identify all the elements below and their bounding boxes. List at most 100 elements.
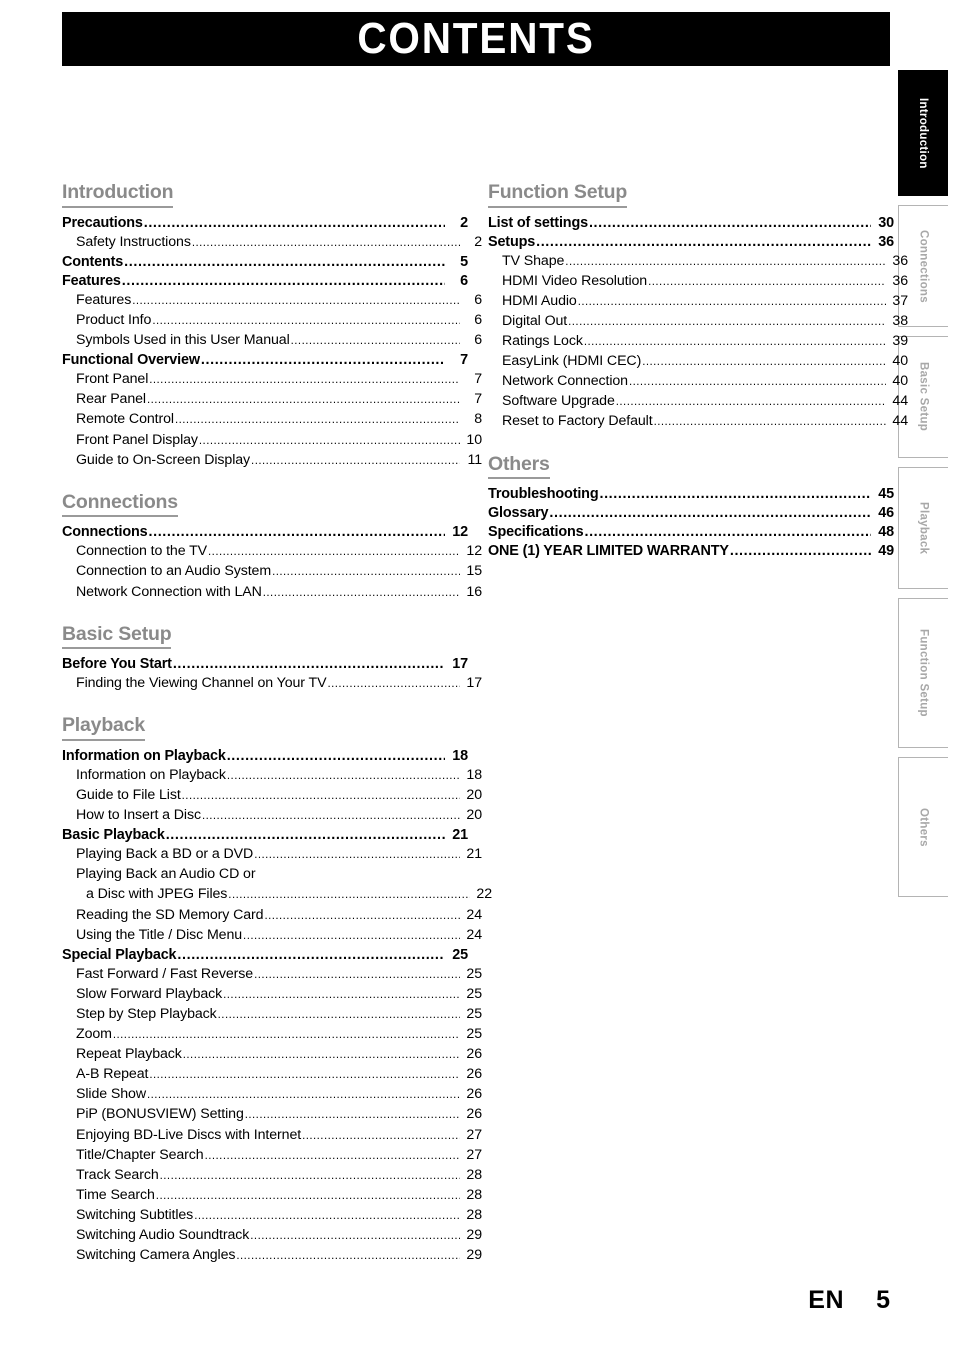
toc-section: Basic Setup Before You Start.............… (62, 624, 482, 695)
toc-entry[interactable]: Playing Back an Audio CD or.............… (62, 865, 482, 885)
toc-entry-page: 24 (466, 926, 482, 943)
toc-entry-label: a Disc with JPEG Files (86, 886, 228, 903)
toc-dot-leader: ........................................… (226, 769, 460, 782)
toc-entry[interactable]: Basic Playback..........................… (62, 826, 468, 845)
toc-entry-label: Digital Out (502, 312, 568, 329)
toc-entry[interactable]: Zoom....................................… (62, 1025, 482, 1045)
toc-entry[interactable]: Switching Subtitles.....................… (62, 1206, 482, 1226)
toc-entry[interactable]: Digital Out.............................… (488, 312, 908, 332)
toc-entry[interactable]: Front Panel Display.....................… (62, 431, 482, 451)
toc-entry[interactable]: Guide to On-Screen Display..............… (62, 451, 482, 471)
toc-dot-leader: ........................................… (302, 1129, 460, 1142)
toc-entry[interactable]: Using the Title / Disc Menu.............… (62, 926, 482, 946)
toc-entry[interactable]: Fast Forward / Fast Reverse.............… (62, 965, 482, 985)
toc-column-right: Function Setup List of settings..........… (488, 182, 908, 561)
toc-dot-leader: ........................................… (327, 678, 460, 691)
toc-entry[interactable]: Connections.............................… (62, 523, 468, 542)
toc-dot-leader: ........................................… (729, 543, 871, 560)
toc-entry[interactable]: Remote Control..........................… (62, 410, 482, 430)
toc-entry-label: Reset to Factory Default (502, 413, 653, 430)
toc-entry[interactable]: Symbols Used in this User Manual........… (62, 331, 482, 351)
toc-dot-leader: ........................................… (204, 1149, 460, 1162)
toc-section-heading-wrap: Basic Setup (62, 624, 468, 654)
toc-entry[interactable]: Network Connection......................… (488, 372, 908, 392)
toc-entry-label: Network Connection (502, 373, 628, 390)
toc-entry[interactable]: Before You Start........................… (62, 655, 468, 674)
toc-entry[interactable]: Specifications..........................… (488, 523, 894, 542)
toc-entry[interactable]: Precautions.............................… (62, 214, 468, 233)
toc-entry[interactable]: Information on Playback.................… (62, 766, 482, 786)
toc-entry-page: 26 (466, 1046, 482, 1063)
toc-entry-page: 26 (466, 1066, 482, 1083)
toc-entry[interactable]: Features................................… (62, 272, 468, 291)
toc-entry[interactable]: Time Search.............................… (62, 1186, 482, 1206)
toc-entry[interactable]: Connection to an Audio System...........… (62, 562, 482, 582)
toc-entry[interactable]: Contents................................… (62, 253, 468, 272)
toc-entry[interactable]: Playing Back a BD or a DVD..............… (62, 845, 482, 865)
toc-entry[interactable]: Step by Step Playback...................… (62, 1005, 482, 1025)
toc-entry-page: 18 (452, 747, 468, 764)
toc-entry[interactable]: Information on Playback.................… (62, 747, 468, 766)
toc-entry[interactable]: Ratings Lock............................… (488, 332, 908, 352)
toc-dot-leader: ........................................… (588, 214, 871, 231)
toc-entry-label: Front Panel (76, 371, 149, 388)
toc-entry[interactable]: Finding the Viewing Channel on Your TV..… (62, 674, 482, 694)
toc-entry[interactable]: Special Playback........................… (62, 946, 468, 965)
toc-entry-page: 11 (467, 451, 482, 468)
toc-entry[interactable]: Connection to the TV....................… (62, 542, 482, 562)
toc-entry-label: Product Info (76, 311, 152, 328)
toc-dot-leader: ........................................… (615, 396, 886, 409)
toc-entry[interactable]: Software Upgrade........................… (488, 392, 908, 412)
side-tab-others[interactable]: Others (898, 757, 948, 897)
toc-entry[interactable]: Troubleshooting.........................… (488, 485, 894, 504)
toc-entry[interactable]: HDMI Video Resolution...................… (488, 272, 908, 292)
toc-entry[interactable]: HDMI Audio..............................… (488, 292, 908, 312)
toc-entry[interactable]: Features................................… (62, 291, 482, 311)
toc-section: Connections Connections..................… (62, 492, 482, 603)
toc-entry-page: 6 (474, 311, 482, 328)
side-tab-functionsetup[interactable]: Function Setup (898, 598, 948, 748)
toc-entry[interactable]: Front Panel.............................… (62, 370, 482, 390)
toc-entry[interactable]: Title/Chapter Search....................… (62, 1146, 482, 1166)
toc-entry[interactable]: How to Insert a Disc....................… (62, 806, 482, 826)
toc-entry[interactable]: PiP (BONUSVIEW) Setting.................… (62, 1105, 482, 1125)
toc-entry[interactable]: Rear Panel..............................… (62, 390, 482, 410)
toc-entry[interactable]: Glossary................................… (488, 504, 894, 523)
toc-entry[interactable]: a Disc with JPEG Files..................… (62, 885, 492, 905)
toc-dot-leader: ........................................… (165, 827, 445, 844)
toc-entry[interactable]: Setups..................................… (488, 233, 894, 252)
toc-entry[interactable]: Reading the SD Memory Card..............… (62, 906, 482, 926)
toc-entry[interactable]: Track Search............................… (62, 1166, 482, 1186)
toc-entry[interactable]: Guide to File List......................… (62, 786, 482, 806)
toc-dot-leader: ........................................… (583, 336, 886, 349)
toc-entry[interactable]: Switching Camera Angles.................… (62, 1246, 482, 1266)
toc-entry[interactable]: Reset to Factory Default................… (488, 412, 908, 432)
toc-entry-page: 2 (474, 233, 482, 250)
side-tab-introduction[interactable]: Introduction (898, 70, 948, 196)
toc-entry[interactable]: List of settings........................… (488, 214, 894, 233)
toc-section-heading: Basic Setup (62, 624, 172, 650)
toc-column-left: Introduction Precautions.................… (62, 182, 492, 1266)
toc-entry-page: 36 (878, 233, 894, 250)
toc-entry-page: 26 (466, 1106, 482, 1123)
toc-entry-label: Connection to an Audio System (76, 563, 272, 580)
toc-entry[interactable]: ONE (1) YEAR LIMITED WARRANTY...........… (488, 542, 894, 561)
toc-entry[interactable]: Enjoying BD-Live Discs with Internet....… (62, 1126, 482, 1146)
toc-entry[interactable]: Slide Show..............................… (62, 1085, 482, 1105)
toc-entry[interactable]: Slow Forward Playback...................… (62, 985, 482, 1005)
side-tab-playback[interactable]: Playback (898, 467, 948, 589)
toc-entry-label: Switching Camera Angles (76, 1247, 236, 1264)
toc-entry[interactable]: Functional Overview.....................… (62, 351, 468, 370)
toc-entry[interactable]: Repeat Playback.........................… (62, 1045, 482, 1065)
toc-entry[interactable]: Switching Audio Soundtrack..............… (62, 1226, 482, 1246)
toc-entry[interactable]: A-B Repeat..............................… (62, 1065, 482, 1085)
toc-entry[interactable]: TV Shape................................… (488, 252, 908, 272)
toc-entry-label: Troubleshooting (488, 486, 599, 503)
toc-section-heading: Introduction (62, 182, 174, 208)
toc-entry[interactable]: Network Connection with LAN.............… (62, 583, 482, 603)
toc-entry[interactable]: Safety Instructions.....................… (62, 233, 482, 253)
toc-entry[interactable]: EasyLink (HDMI CEC).....................… (488, 352, 908, 372)
toc-entry-label: Software Upgrade (502, 393, 615, 410)
toc-entry[interactable]: Product Info............................… (62, 311, 482, 331)
side-tab-label: Basic Setup (917, 362, 930, 432)
